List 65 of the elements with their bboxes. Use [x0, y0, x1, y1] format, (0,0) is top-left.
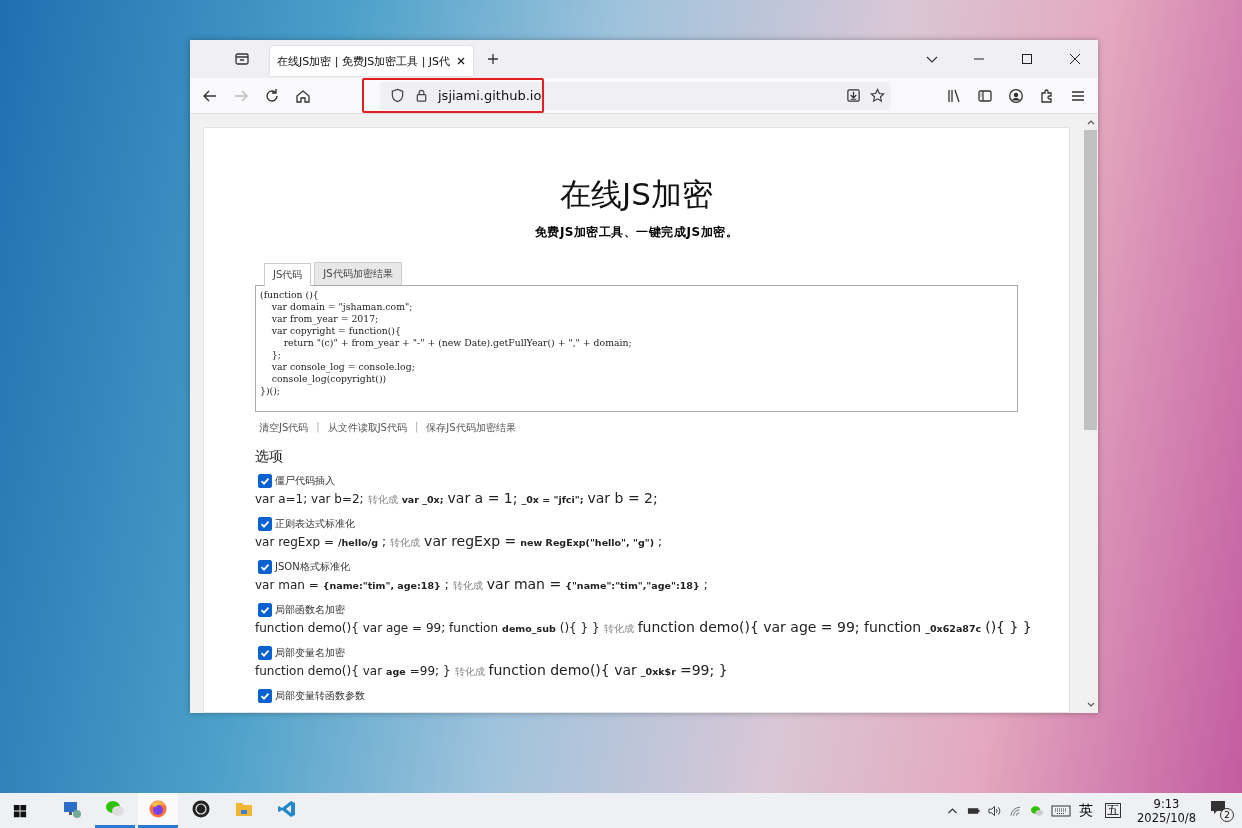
code-example: var man = {name:"tim", age:18} ; 转化成 var man = {"name":"tim","age":18} ; — [255, 575, 709, 594]
checkbox[interactable] — [258, 603, 272, 617]
check-icon — [259, 518, 271, 530]
star-icon[interactable] — [870, 88, 885, 103]
code-tab[interactable]: JS代码加密结果 — [314, 262, 402, 285]
fox-globe-icon — [148, 799, 168, 819]
sidebar-icon[interactable] — [977, 87, 993, 104]
chat-bubbles-icon — [105, 799, 125, 819]
checkbox[interactable] — [258, 517, 272, 531]
download-icon[interactable] — [846, 88, 861, 103]
action-link[interactable]: 保存JS代码加密结果 — [426, 421, 516, 435]
keyboard-icon[interactable] — [1051, 804, 1072, 817]
option-label: 僵尸代码插入 — [275, 474, 335, 488]
shield-icon[interactable] — [390, 88, 405, 103]
options-heading: 选项 — [255, 448, 284, 466]
address-bar[interactable]: jsjiami.github.io — [380, 81, 891, 110]
option-label: 局部变量转函数参数 — [275, 689, 365, 703]
clock-time[interactable]: 9:13 — [1153, 796, 1180, 811]
ring-icon — [191, 799, 211, 819]
close-icon[interactable] — [1070, 54, 1080, 64]
action-link[interactable]: 从文件读取JS代码 — [327, 421, 407, 435]
option-label: JSON格式标准化 — [275, 560, 350, 574]
check-icon — [259, 647, 271, 659]
check-icon — [259, 690, 271, 702]
lock-icon — [414, 88, 429, 103]
option-label: 正则表达式标准化 — [275, 517, 355, 531]
page-subtitle: 免费JS加密工具、一键完成JS加密。 — [533, 224, 740, 241]
notification-count: 2 — [1220, 807, 1234, 822]
tab-list-icon[interactable] — [234, 51, 250, 67]
option-label: 局部变量名加密 — [275, 646, 345, 660]
monitor-icon — [62, 799, 82, 819]
browser-tab[interactable]: 在线JS加密 | 免费JS加密工具 | JS代 — [270, 46, 474, 76]
link-separator: | — [414, 421, 419, 435]
checkbox[interactable] — [258, 474, 272, 488]
library-icon[interactable] — [946, 87, 962, 104]
code-editor-icon — [277, 799, 297, 819]
check-icon — [259, 475, 271, 487]
code-example: var regExp = /hello/g ; 转化成 var regExp = new RegExp("hello", "g") ; — [255, 532, 664, 551]
reload-icon[interactable] — [264, 87, 280, 104]
close-tab-icon[interactable] — [456, 56, 467, 66]
new-tab-icon[interactable] — [487, 53, 500, 65]
action-link[interactable]: 清空JS代码 — [259, 421, 309, 435]
clock-date[interactable]: 2025/10/8 — [1137, 810, 1196, 825]
page-title: 在线JS加密 — [559, 175, 714, 214]
message-icon — [1210, 799, 1226, 816]
check-icon — [259, 561, 271, 573]
code-example: function demo(){ var age = 99; function demo_sub (){ } } 转化成 function demo(){ var age = 99; function _0x62a87c (){ } } — [255, 618, 1033, 637]
windows-start-icon[interactable] — [13, 803, 27, 818]
input-mode[interactable]: 五 — [1105, 803, 1122, 818]
checkbox[interactable] — [258, 646, 272, 660]
code-example: function demo(){ var age =99; } 转化成 function demo(){ var _0xk$r =99; } — [255, 661, 729, 680]
checkbox[interactable] — [258, 560, 272, 574]
code-editor[interactable]: (function (){ var domain = "jshaman.com"; var from_year = 2017; var copyright = function(){ return "(c)" + from_year + "-" + (new Date).getFullYear() + "," + domain; }; var console_log = console.log; console_log(copyright()) })(); — [255, 285, 1018, 412]
option-label: 局部函数名加密 — [275, 603, 345, 617]
input-language[interactable]: 英 — [1079, 801, 1094, 820]
volume-icon[interactable] — [988, 804, 1002, 817]
link-separator: | — [316, 421, 320, 435]
account-icon[interactable] — [1008, 87, 1024, 104]
code-tab[interactable]: JS代码 — [264, 263, 312, 286]
puzzle-icon[interactable] — [1039, 87, 1055, 104]
check-icon — [259, 604, 271, 616]
code-example: var a=1; var b=2; 转化成 var _0x; var a = 1; _0x = "jfci"; var b = 2; — [255, 489, 659, 508]
checkbox[interactable] — [258, 689, 272, 703]
maximize-icon[interactable] — [1022, 54, 1032, 64]
wifi-icon[interactable] — [1009, 804, 1023, 817]
